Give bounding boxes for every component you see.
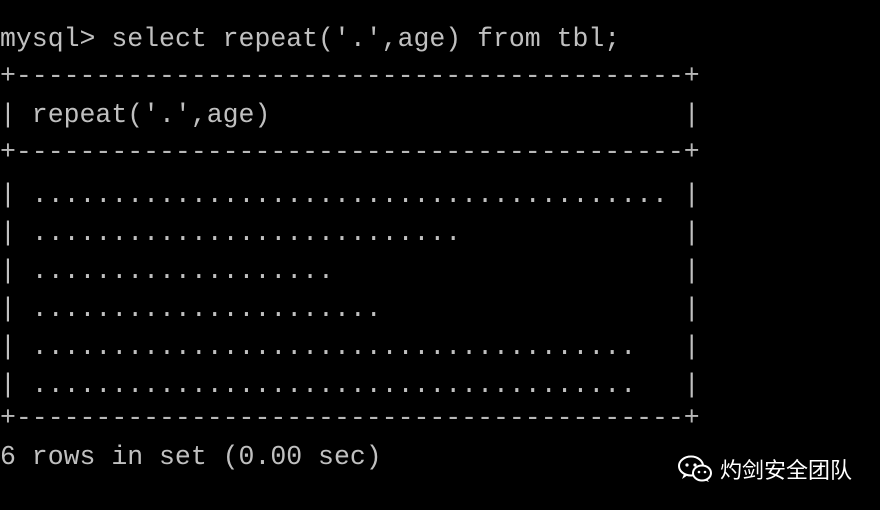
table-row: | ........................... | xyxy=(0,218,700,248)
sql-command: select repeat('.',age) from tbl; xyxy=(111,24,621,54)
watermark-text: 灼剑安全团队 xyxy=(719,459,852,484)
table-row: | ......................................… xyxy=(0,180,700,210)
table-header-border: +---------------------------------------… xyxy=(0,137,700,167)
wechat-icon xyxy=(677,455,712,483)
result-summary: 6 rows in set (0.00 sec) xyxy=(0,442,382,472)
mysql-prompt: mysql> xyxy=(0,24,112,54)
table-bottom-border: +---------------------------------------… xyxy=(0,403,700,433)
table-row: | ................... | xyxy=(0,256,700,286)
table-row: | ......................................… xyxy=(0,370,700,400)
table-header: | repeat('.',age) | xyxy=(0,100,700,130)
table-top-border: +---------------------------------------… xyxy=(0,61,700,91)
table-row: | ...................... | xyxy=(0,294,700,324)
watermark: 灼剑安全团队 xyxy=(677,453,852,485)
terminal-window: mysql> select repeat('.',age) from tbl; … xyxy=(0,0,880,510)
table-row: | ......................................… xyxy=(0,332,700,362)
command-line: mysql> select repeat('.',age) from tbl; xyxy=(0,20,620,58)
